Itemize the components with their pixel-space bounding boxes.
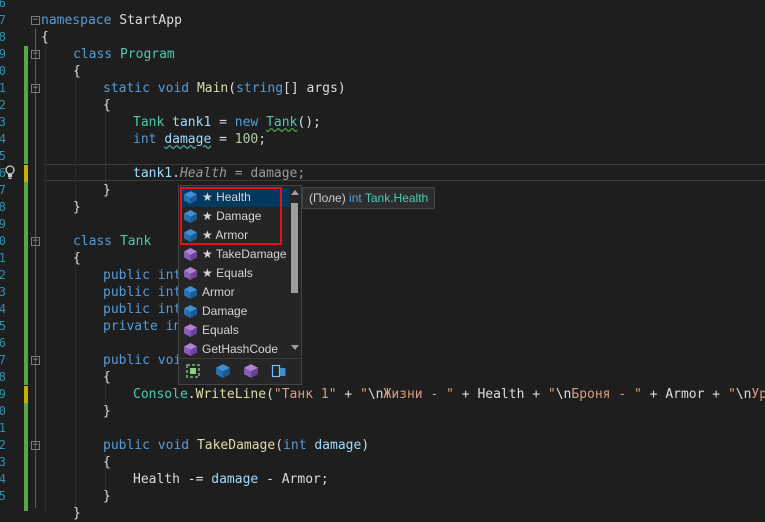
line-number: 8 [0, 370, 6, 384]
code-line: Console.WriteLine("Танк 1" + "\nЖизни - … [133, 387, 765, 402]
method-filter-icon[interactable] [243, 363, 261, 381]
code-line: public int [103, 285, 182, 300]
line-number: 5 [0, 149, 6, 163]
line-number: 9 [0, 387, 6, 401]
line-number: 3 [0, 455, 6, 469]
line-number: 7 [0, 353, 6, 367]
code-line: } [103, 404, 111, 419]
code-line: { [103, 370, 111, 385]
indent-guide [45, 30, 46, 511]
line-number: 0 [0, 64, 6, 78]
change-bar [24, 182, 28, 385]
method-icon [183, 323, 198, 338]
code-line: } [103, 183, 111, 198]
code-line: { [103, 455, 111, 470]
line-number: 9 [0, 217, 6, 231]
code-line: { [41, 30, 49, 45]
line-number: 1 [0, 81, 6, 95]
line-number: 8 [0, 30, 6, 44]
field-filter-icon[interactable] [215, 363, 233, 381]
line-number: 4 [0, 472, 6, 486]
completion-item-gethashcode[interactable]: GetHashCode [181, 340, 289, 359]
scroll-down-icon[interactable] [291, 345, 299, 350]
line-number: 5 [0, 489, 6, 503]
code-line: class Program [73, 47, 175, 62]
code-line: public void TakeDamage(int damage) [103, 438, 370, 453]
completion-scrollbar[interactable] [289, 188, 300, 356]
collapse-method-icon[interactable]: − [31, 441, 40, 450]
line-number: 4 [0, 132, 6, 146]
line-number: 0 [0, 234, 6, 248]
code-line: private in [103, 319, 182, 334]
scroll-thumb[interactable] [291, 203, 298, 293]
collapse-class-icon[interactable]: − [31, 50, 40, 59]
line-number: 5 [0, 319, 6, 333]
completion-item-takedamage[interactable]: ★ TakeDamage [181, 245, 289, 264]
line-number: 7 [0, 13, 6, 27]
field-icon [183, 285, 198, 300]
line-number: 3 [0, 285, 6, 299]
line-number: 1 [0, 251, 6, 265]
code-line: int damage = 100; [133, 132, 267, 147]
line-number: 8 [0, 200, 6, 214]
code-line: class Tank [73, 234, 152, 249]
code-line: } [73, 506, 81, 521]
method-icon [183, 247, 198, 262]
change-bar-unsaved [24, 165, 28, 182]
completion-item-equals[interactable]: Equals [181, 321, 289, 340]
code-line: Health -= damage - Armor; [133, 472, 329, 487]
code-line: } [73, 200, 81, 215]
change-bar [24, 46, 28, 164]
method-icon [183, 342, 198, 357]
quickinfo-tooltip: (Поле) int Tank.Health [302, 187, 436, 209]
change-bar-unsaved [24, 386, 28, 403]
code-editor[interactable]: 6 7 8 9 0 1 2 3 4 5 6 7 8 9 0 1 2 3 4 5 … [0, 0, 765, 521]
line-number: 7 [0, 183, 6, 197]
method-icon [183, 266, 198, 281]
line-number: 6 [0, 0, 6, 10]
code-line: public int [103, 268, 182, 283]
collapse-method-icon[interactable]: − [31, 84, 40, 93]
line-number: 2 [0, 438, 6, 452]
indent-guide [75, 251, 76, 511]
snippet-filter-icon[interactable] [185, 363, 203, 381]
extension-filter-icon[interactable] [271, 363, 289, 381]
completion-item-equals-starred[interactable]: ★ Equals [181, 264, 289, 283]
change-bar [24, 403, 28, 511]
line-number: 2 [0, 268, 6, 282]
line-number: 2 [0, 98, 6, 112]
code-line: static void Main(string[] args) [103, 81, 346, 96]
completion-filter-bar [179, 358, 301, 385]
line-number: 0 [0, 404, 6, 418]
line-number: 4 [0, 302, 6, 316]
scroll-up-icon[interactable] [291, 190, 299, 195]
code-line: namespace StartApp [41, 13, 182, 28]
field-icon [183, 304, 198, 319]
line-number: 1 [0, 421, 6, 435]
code-line: { [103, 98, 111, 113]
code-line: Tank tank1 = new Tank(); [133, 115, 321, 130]
code-line: { [73, 64, 81, 79]
code-line: } [103, 489, 111, 504]
collapse-namespace-icon[interactable]: − [31, 16, 40, 25]
highlight-box [180, 187, 282, 245]
outline-line [35, 28, 36, 508]
lightbulb-icon[interactable] [4, 165, 18, 180]
code-line: public void [103, 353, 190, 368]
code-line: public int [103, 302, 182, 317]
line-number: 9 [0, 47, 6, 61]
line-number: 6 [0, 336, 6, 350]
code-line-current[interactable]: tank1.Health = damage; [133, 165, 305, 182]
line-number: 3 [0, 115, 6, 129]
code-line: { [73, 251, 81, 266]
completion-item-armor-plain[interactable]: Armor [181, 283, 289, 302]
completion-item-damage-plain[interactable]: Damage [181, 302, 289, 321]
collapse-method-icon[interactable]: − [31, 356, 40, 365]
indent-guide [75, 64, 76, 207]
collapse-class-icon[interactable]: − [31, 237, 40, 246]
line-number-gutter: 6 7 8 9 0 1 2 3 4 5 6 7 8 9 0 1 2 3 4 5 … [0, 0, 24, 511]
